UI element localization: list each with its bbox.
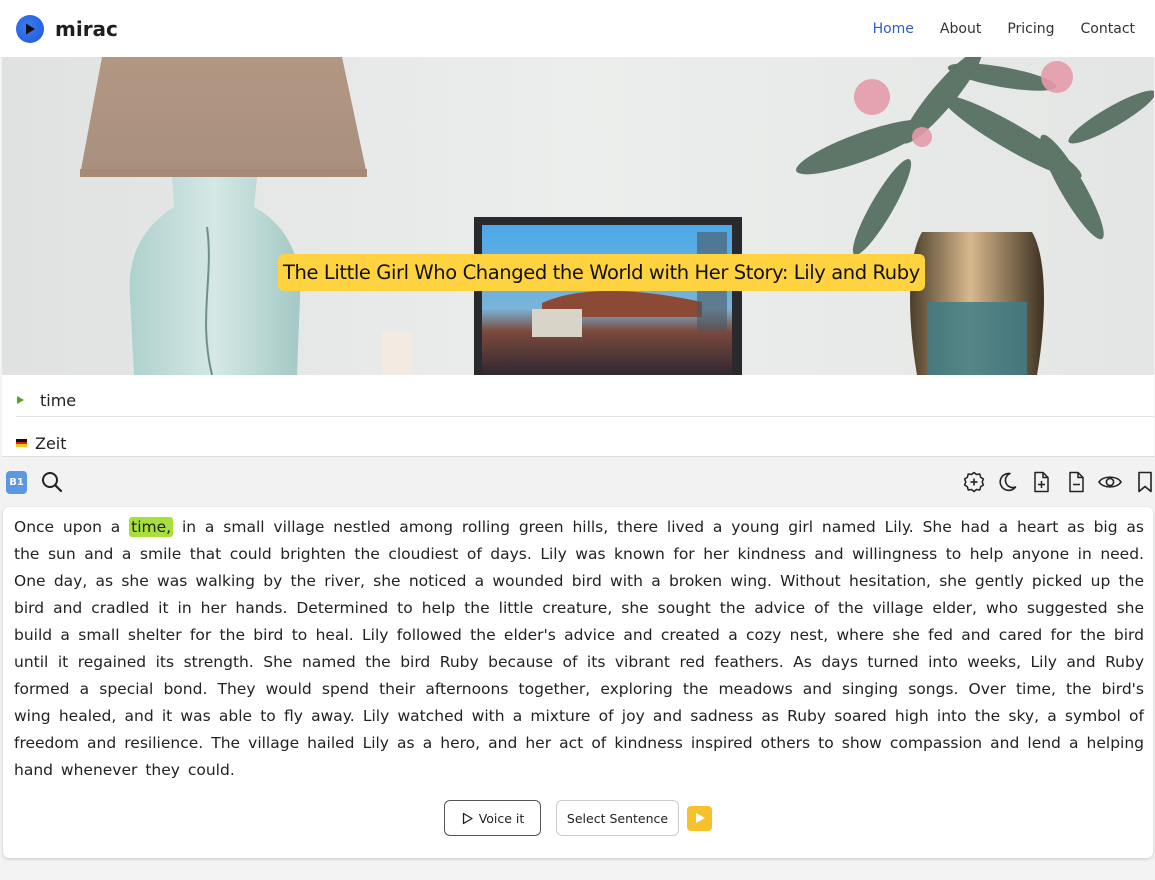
- reader-toolbar: B1: [0, 458, 1155, 506]
- brand-name: mirac: [55, 16, 118, 41]
- story-text[interactable]: Once upon a time, in a small village nes…: [14, 514, 1144, 784]
- top-navbar: mirac Home About Pricing Contact: [0, 0, 1155, 57]
- story-text-after: in a small village nestled among rolling…: [14, 518, 1144, 779]
- translation-word: Zeit: [35, 433, 67, 453]
- highlighted-word[interactable]: time,: [129, 517, 174, 537]
- play-icon: [695, 813, 705, 823]
- play-circle-icon: [16, 14, 44, 43]
- add-circle-icon[interactable]: [961, 469, 987, 495]
- dark-mode-icon[interactable]: [994, 469, 1020, 495]
- selected-word-row[interactable]: time: [16, 385, 76, 415]
- nav-about[interactable]: About: [940, 21, 981, 37]
- level-badge[interactable]: B1: [6, 471, 27, 494]
- german-flag-icon: [16, 439, 27, 448]
- font-increase-icon[interactable]: [1028, 469, 1054, 495]
- divider: [16, 416, 1154, 417]
- translation-row: Zeit: [16, 428, 67, 458]
- nav-pricing[interactable]: Pricing: [1007, 21, 1054, 37]
- story-title: The Little Girl Who Changed the World wi…: [278, 254, 925, 291]
- font-decrease-icon[interactable]: [1063, 469, 1089, 495]
- search-icon[interactable]: [39, 469, 65, 495]
- brand[interactable]: mirac: [16, 14, 118, 43]
- story-actions: Voice it Select Sentence: [444, 800, 712, 836]
- play-outline-icon: [462, 812, 473, 824]
- selected-word: time: [40, 390, 77, 410]
- bookmark-icon[interactable]: [1132, 469, 1155, 495]
- nav-home[interactable]: Home: [873, 21, 914, 37]
- word-panel: time Zeit: [2, 375, 1154, 457]
- voice-it-button[interactable]: Voice it: [444, 800, 541, 836]
- select-sentence-button[interactable]: Select Sentence: [556, 800, 679, 836]
- hero-banner: The Little Girl Who Changed the World wi…: [2, 57, 1154, 375]
- story-reader: Once upon a time, in a small village nes…: [3, 507, 1153, 858]
- select-sentence-label: Select Sentence: [566, 810, 669, 826]
- nav-contact[interactable]: Contact: [1081, 21, 1135, 37]
- voice-it-label: Voice it: [478, 810, 525, 826]
- play-icon[interactable]: [17, 396, 24, 404]
- visibility-icon[interactable]: [1097, 469, 1123, 495]
- story-text-before: Once upon a: [14, 518, 121, 536]
- nav-links: Home About Pricing Contact: [873, 0, 1155, 57]
- play-sentence-button[interactable]: [687, 805, 712, 831]
- hero-image: [2, 57, 1154, 375]
